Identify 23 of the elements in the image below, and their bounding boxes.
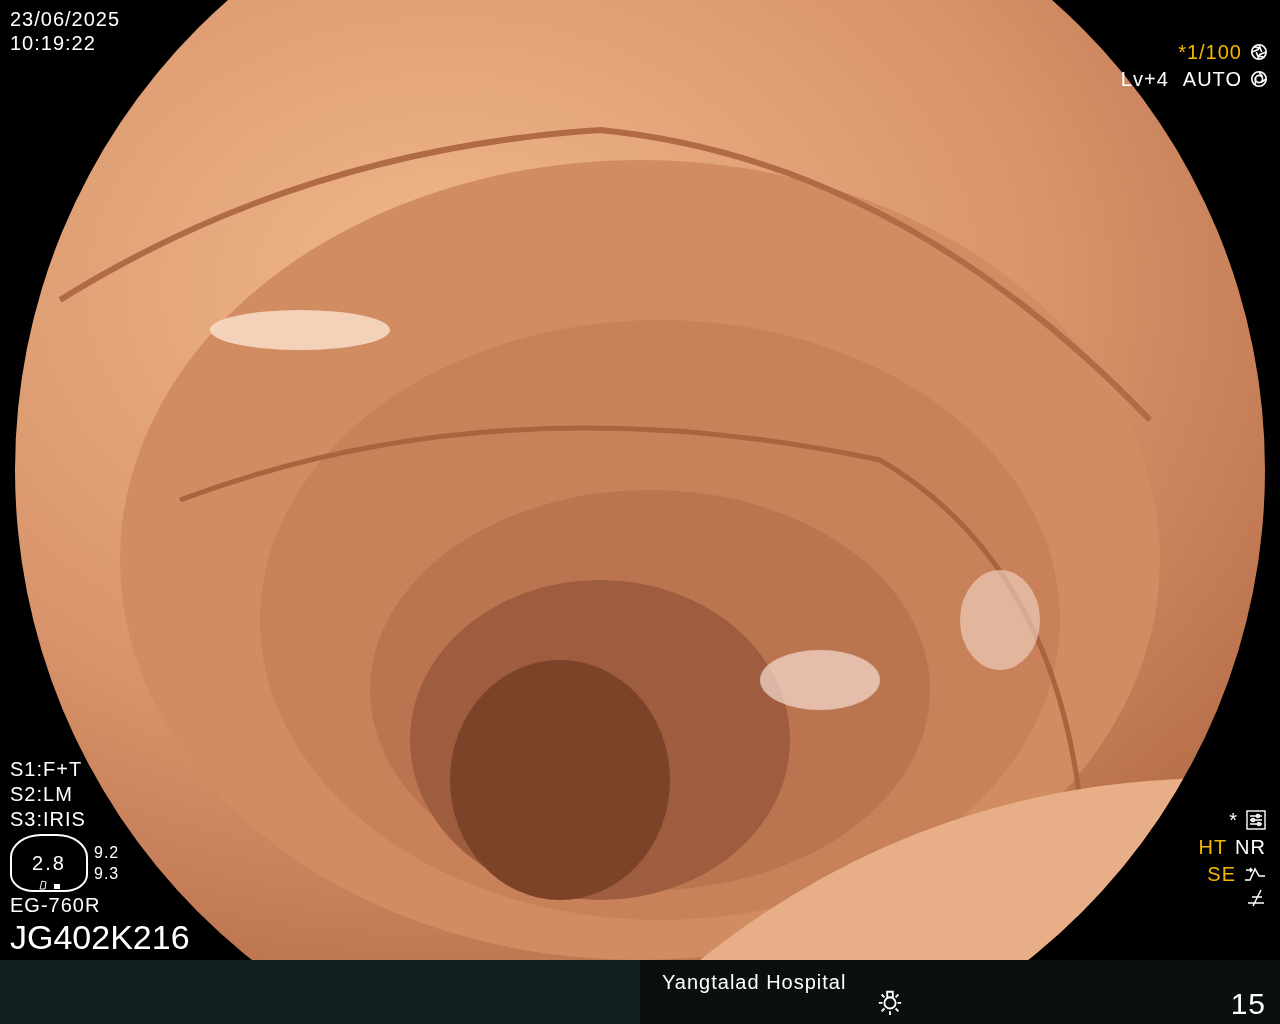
image-count: 15 (1230, 988, 1266, 1020)
light-mode: AUTO (1182, 67, 1242, 91)
tone-curve-icon (1244, 866, 1266, 882)
gauge-reading: 9.3 (94, 864, 120, 884)
scope-serial: JG402K216 (10, 918, 190, 956)
slashed-line-icon (1246, 889, 1266, 907)
enhancement-label: NR (1235, 835, 1266, 859)
enhancement-label: SE (1207, 862, 1236, 886)
switch-setting: S2:LM (10, 782, 74, 806)
shutter-speed: *1/100 (1178, 40, 1242, 64)
switch-setting: S1:F+T (10, 757, 84, 781)
date-text: 23/06/2025 (10, 7, 121, 31)
iris-icon (1250, 70, 1268, 88)
hospital-name: Yangtalad Hospital (662, 970, 847, 994)
zoom-gauge: 2.8 (10, 834, 88, 892)
enhancement-label: HT (1198, 835, 1228, 859)
time-text: 10:19:22 (10, 31, 97, 55)
scope-model: EG-760R (10, 893, 102, 917)
gauge-reading: 9.2 (94, 843, 120, 863)
sliders-icon (1246, 810, 1266, 830)
aperture-icon (1250, 43, 1268, 61)
switch-setting: S3:IRIS (10, 807, 87, 831)
settings-mark: * (1229, 808, 1238, 832)
